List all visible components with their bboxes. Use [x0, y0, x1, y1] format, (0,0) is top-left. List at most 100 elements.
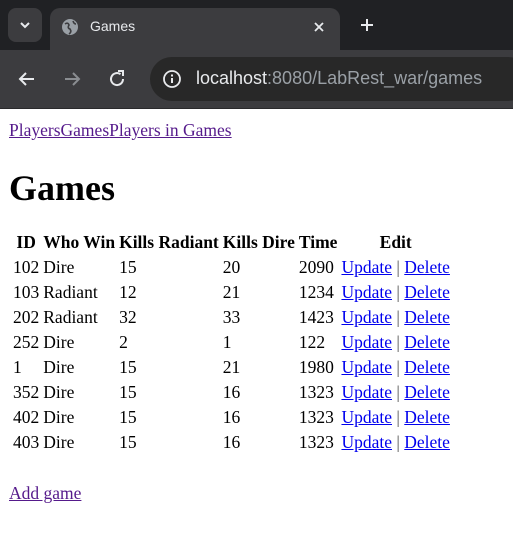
update-link[interactable]: Update [341, 382, 392, 402]
link-separator: | [396, 307, 400, 327]
cell-kills-radiant: 15 [119, 382, 137, 402]
address-bar[interactable]: localhost:8080/LabRest_war/games [150, 57, 513, 101]
cell-time: 1234 [298, 282, 334, 302]
globe-icon [62, 19, 78, 35]
cell-who-win: Dire [43, 357, 75, 377]
column-header-kills-dire: Kills Dire [222, 232, 295, 252]
cell-kills-radiant: 15 [119, 257, 137, 277]
cell-who-win: Dire [43, 332, 75, 352]
cell-edit: Update | Delete [340, 256, 450, 279]
cell-kills-radiant: 2 [119, 332, 128, 352]
link-separator: | [396, 432, 400, 452]
delete-link[interactable]: Delete [404, 282, 450, 302]
cell-who-win: Radiant [43, 307, 98, 327]
table-row: 1 Dire 15 21 1980 Update | Delete [12, 356, 451, 379]
link-separator: | [396, 407, 400, 427]
url-path: :8080/LabRest_war/games [267, 68, 483, 88]
table-row: 202 Radiant 32 33 1423 Update | Delete [12, 306, 451, 329]
table-row: 103 Radiant 12 21 1234 Update | Delete [12, 281, 451, 304]
table-row: 252 Dire 2 1 122 Update | Delete [12, 331, 451, 354]
cell-kills-dire: 21 [222, 357, 241, 377]
delete-link[interactable]: Delete [404, 257, 450, 277]
cell-kills-radiant: 12 [119, 282, 137, 302]
update-link[interactable]: Update [341, 282, 392, 302]
add-game-container: Add game [9, 483, 81, 504]
delete-link[interactable]: Delete [404, 432, 450, 452]
cell-who-win: Dire [43, 382, 75, 402]
cell-kills-radiant: 15 [119, 407, 137, 427]
cell-edit: Update | Delete [340, 381, 450, 404]
cell-time: 2090 [298, 257, 334, 277]
update-link[interactable]: Update [341, 257, 392, 277]
link-separator: | [396, 382, 400, 402]
column-header-who-win: Who Win [43, 232, 116, 252]
table-header-row: ID Who Win Kills Radiant Kills Dire Time… [12, 231, 451, 254]
top-nav: PlayersGamesPlayers in Games [9, 120, 232, 141]
url-host: localhost [196, 68, 268, 88]
forward-button[interactable] [60, 67, 84, 91]
cell-who-win: Dire [43, 257, 75, 277]
reload-icon [110, 70, 125, 87]
cell-kills-dire: 16 [222, 407, 241, 427]
add-game-link[interactable]: Add game [9, 483, 81, 503]
arrow-right-icon [65, 72, 81, 86]
back-button[interactable] [15, 67, 39, 91]
plus-icon [361, 19, 373, 31]
update-link[interactable]: Update [341, 307, 392, 327]
nav-link-players[interactable]: Players [9, 120, 61, 140]
cell-kills-radiant: 15 [119, 432, 137, 452]
update-link[interactable]: Update [341, 332, 392, 352]
update-link[interactable]: Update [341, 432, 392, 452]
cell-kills-dire: 20 [222, 257, 241, 277]
nav-link-games[interactable]: Games [61, 120, 110, 140]
nav-link-players-in-games[interactable]: Players in Games [109, 120, 231, 140]
table-row: 402 Dire 15 16 1323 Update | Delete [12, 406, 451, 429]
cell-id: 202 [13, 307, 40, 327]
link-separator: | [396, 282, 400, 302]
link-separator: | [396, 332, 400, 352]
cell-id: 402 [13, 407, 40, 427]
cell-edit: Update | Delete [340, 331, 450, 354]
cell-time: 1323 [298, 382, 334, 402]
info-icon[interactable] [162, 69, 182, 89]
reload-button[interactable] [105, 67, 129, 91]
column-header-time: Time [298, 232, 338, 252]
games-table: ID Who Win Kills Radiant Kills Dire Time… [10, 229, 453, 456]
cell-id: 1 [13, 357, 22, 377]
cell-id: 252 [13, 332, 40, 352]
cell-kills-dire: 21 [222, 282, 241, 302]
cell-time: 122 [298, 332, 326, 352]
cell-edit: Update | Delete [340, 306, 450, 329]
delete-link[interactable]: Delete [404, 357, 450, 377]
browser-toolbar: localhost:8080/LabRest_war/games [0, 50, 513, 109]
cell-id: 403 [13, 432, 40, 452]
close-tab-button[interactable] [308, 16, 330, 38]
delete-link[interactable]: Delete [404, 407, 450, 427]
new-tab-button[interactable] [355, 13, 379, 37]
arrow-left-icon [18, 72, 34, 86]
cell-who-win: Dire [43, 432, 75, 452]
cell-id: 102 [13, 257, 40, 277]
delete-link[interactable]: Delete [404, 332, 450, 352]
update-link[interactable]: Update [341, 407, 392, 427]
cell-kills-radiant: 15 [119, 357, 137, 377]
update-link[interactable]: Update [341, 357, 392, 377]
tab-search-button[interactable] [8, 8, 42, 42]
browser-tab[interactable]: Games [50, 8, 340, 50]
cell-kills-dire: 16 [222, 382, 241, 402]
tab-title: Games [90, 18, 136, 34]
column-header-edit: Edit [379, 232, 412, 252]
cell-kills-dire: 16 [222, 432, 241, 452]
table-row: 403 Dire 15 16 1323 Update | Delete [12, 431, 451, 454]
browser-tab-bar: Games [0, 0, 513, 50]
column-header-kills-radiant: Kills Radiant [119, 232, 219, 252]
cell-edit: Update | Delete [340, 356, 450, 379]
close-icon [314, 22, 324, 32]
page-title: Games [9, 168, 115, 208]
cell-edit: Update | Delete [340, 281, 450, 304]
cell-time: 1323 [298, 407, 334, 427]
table-row: 352 Dire 15 16 1323 Update | Delete [12, 381, 451, 404]
delete-link[interactable]: Delete [404, 307, 450, 327]
delete-link[interactable]: Delete [404, 382, 450, 402]
cell-time: 1423 [298, 307, 334, 327]
